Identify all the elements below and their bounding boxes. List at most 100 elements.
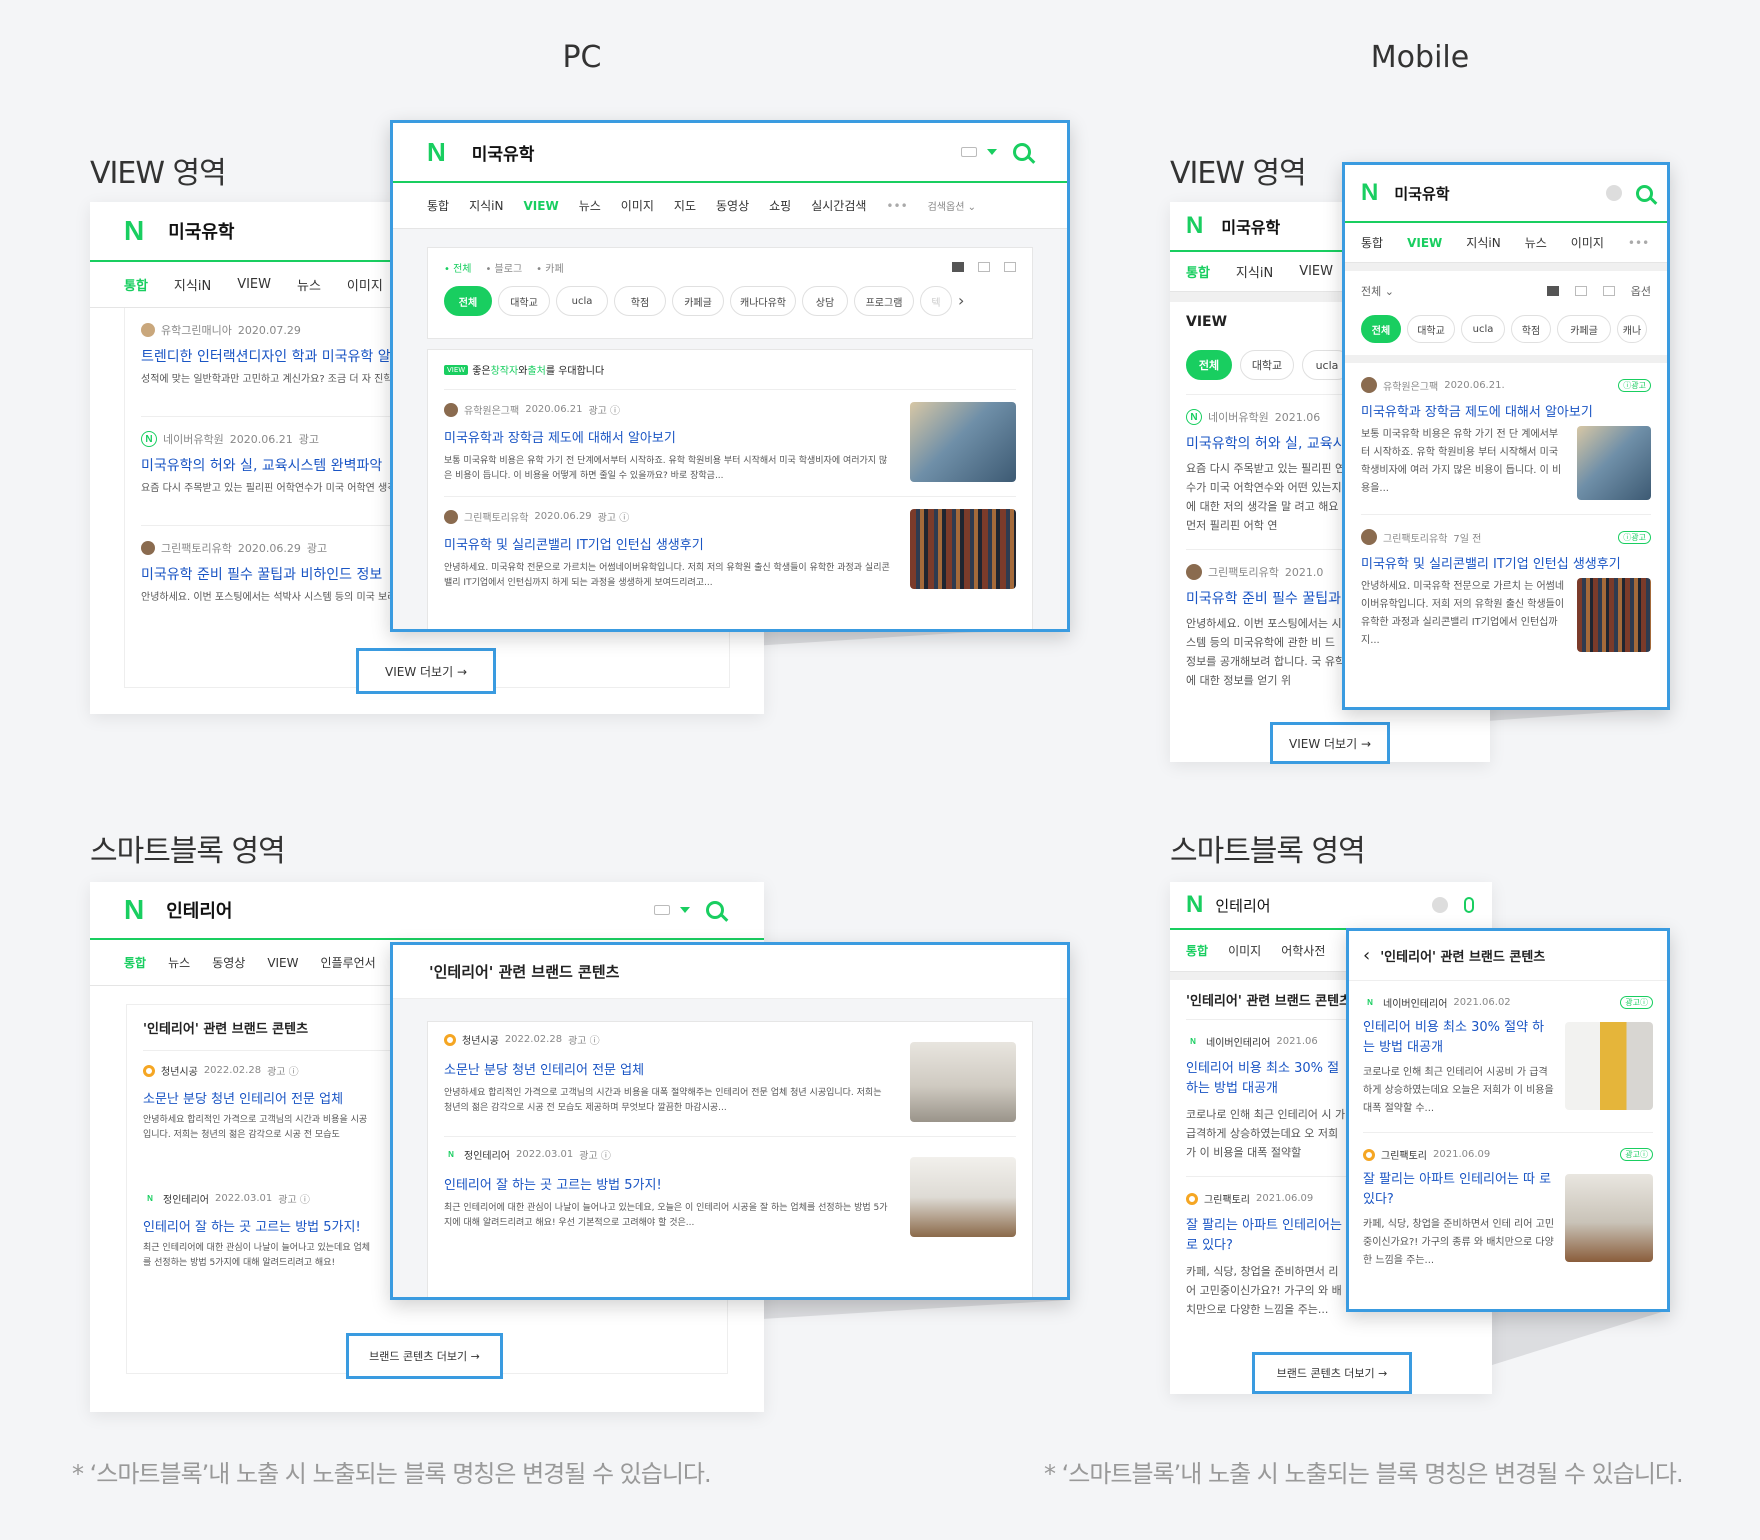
tab-all[interactable]: 통합: [1186, 262, 1210, 281]
author[interactable]: 네이버유학원: [163, 431, 224, 447]
search-icon[interactable]: [1013, 143, 1031, 161]
tab-view[interactable]: VIEW: [1407, 236, 1442, 250]
thumbnail-image[interactable]: [1565, 1022, 1653, 1110]
tab-image[interactable]: 이미지: [1571, 234, 1604, 251]
author[interactable]: 유학원은그팩: [464, 402, 519, 417]
more-tabs-icon[interactable]: •••: [886, 199, 907, 213]
chip[interactable]: ucla: [1461, 315, 1505, 343]
tab-all[interactable]: 통합: [1186, 942, 1208, 959]
tab-all[interactable]: 통합: [1361, 234, 1383, 251]
tab-kin[interactable]: 지식iN: [1236, 262, 1273, 281]
filter-cafe[interactable]: • 카페: [536, 260, 563, 275]
thumbnail-image[interactable]: [1577, 426, 1651, 500]
list-item[interactable]: 그린팩토리유학 7일 전 ⓘ광고 미국유학 및 실리콘밸리 IT기업 인턴십 생생후…: [1361, 515, 1651, 666]
chip-all[interactable]: 전체: [1361, 315, 1401, 343]
tab-all[interactable]: 통합: [427, 197, 449, 214]
tab-kin[interactable]: 지식iN: [1466, 234, 1500, 251]
video-view-icon[interactable]: [1004, 262, 1016, 272]
tab-kin[interactable]: 지식iN: [174, 275, 211, 294]
tab-kin[interactable]: 지식iN: [469, 197, 503, 214]
thumbnail-image[interactable]: [910, 509, 1016, 589]
author[interactable]: 유학그린매니아: [161, 322, 232, 338]
search-query[interactable]: 미국유학: [1394, 183, 1449, 204]
list-item[interactable]: N 네이버인테리어 2021.06.02 광고ⓘ 인테리어 비용 최소 30% 절약 …: [1363, 981, 1653, 1133]
list-item[interactable]: 그린팩토리 2021.06.09 광고ⓘ 잘 팔리는 아파트 인테리어는 따 로 있…: [1363, 1133, 1653, 1284]
chip[interactable]: 대학교: [1240, 350, 1294, 380]
tab-news[interactable]: 뉴스: [579, 197, 601, 214]
tab-realtime[interactable]: 실시간검색: [811, 197, 866, 214]
list-item[interactable]: 청년시공 2022.02.28 광고 ⓘ 소문난 분당 청년 인테리어 전문 업체 …: [444, 1022, 1016, 1137]
clear-icon[interactable]: [1606, 185, 1622, 201]
more-tabs-icon[interactable]: •••: [1628, 236, 1649, 250]
chip[interactable]: 대학교: [1407, 315, 1455, 343]
tab-view[interactable]: VIEW: [237, 277, 271, 292]
chip[interactable]: 텍: [920, 286, 952, 316]
tab-view[interactable]: VIEW: [267, 956, 298, 970]
filter-blog[interactable]: • 블로그: [485, 260, 522, 275]
item-title[interactable]: 미국유학과 장학금 제도에 대해서 알아보기: [444, 427, 892, 446]
chip[interactable]: 학점: [1511, 315, 1551, 343]
item-title[interactable]: 인테리어 잘 하는 곳 고르는 방법 5가지!: [444, 1174, 892, 1193]
author[interactable]: 그린팩토리유학: [464, 509, 528, 524]
tab-news[interactable]: 뉴스: [168, 954, 190, 971]
options-button[interactable]: 옵션: [1631, 283, 1651, 299]
chip[interactable]: 캐나다유학: [730, 286, 796, 316]
list-item[interactable]: 그린팩토리유학 2020.06.29 광고 ⓘ 미국유학 및 실리콘밸리 IT기업 …: [444, 497, 1016, 603]
author[interactable]: 네이버인테리어: [1383, 995, 1447, 1010]
item-title[interactable]: 인테리어 비용 최소 30% 절 하는 방법 대공개: [1186, 1059, 1346, 1099]
item-title[interactable]: 잘 팔리는 아파트 인테리어는 따 로 있다?: [1363, 1170, 1555, 1210]
chip[interactable]: 캐나: [1617, 315, 1647, 343]
naver-logo[interactable]: N: [124, 894, 144, 926]
chip[interactable]: 상담: [802, 286, 848, 316]
author[interactable]: 네이버유학원: [1208, 409, 1269, 425]
tab-image[interactable]: 이미지: [347, 275, 383, 294]
author[interactable]: 그린팩토리유학: [1383, 530, 1447, 545]
chip[interactable]: 카페글: [1557, 315, 1611, 343]
tab-view[interactable]: VIEW: [524, 199, 559, 213]
keyboard-icon[interactable]: [654, 905, 670, 915]
tab-dictionary[interactable]: 어학사전: [1281, 942, 1325, 959]
chip[interactable]: 대학교: [498, 286, 550, 316]
thumbnail-image[interactable]: [1577, 578, 1651, 652]
clear-icon[interactable]: [1432, 897, 1448, 913]
chip[interactable]: 학점: [614, 286, 666, 316]
item-title[interactable]: 미국유학과 장학금 제도에 대해서 알아보기: [1361, 401, 1651, 420]
filter-all[interactable]: • 전체: [444, 260, 471, 275]
back-icon[interactable]: ‹: [1363, 945, 1370, 966]
list-view-icon[interactable]: [1546, 286, 1559, 296]
tab-view[interactable]: VIEW: [1299, 264, 1333, 279]
brand-more-button[interactable]: 브랜드 콘텐츠 더보기 →: [1252, 1352, 1412, 1394]
item-title[interactable]: 미국유학 및 실리콘밸리 IT기업 인턴십 생생후기: [444, 534, 892, 553]
chip[interactable]: 프로그램: [854, 286, 914, 316]
author[interactable]: 그린팩토리유학: [1208, 564, 1279, 580]
keyboard-icon[interactable]: [961, 147, 977, 157]
chip-next-icon[interactable]: ›: [958, 286, 964, 316]
item-title[interactable]: 잘 팔리는 아파트 인테리어는 로 있다?: [1186, 1216, 1346, 1256]
author[interactable]: 그린팩토리: [1381, 1147, 1427, 1162]
item-title[interactable]: 인테리어 비용 최소 30% 절약 하는 방법 대공개: [1363, 1018, 1555, 1058]
detail-view-icon[interactable]: [1574, 286, 1587, 296]
author[interactable]: 정인테리어: [163, 1191, 209, 1206]
list-item[interactable]: 유학원은그팩 2020.06.21. ⓘ광고 미국유학과 장학금 제도에 대해서 알…: [1361, 363, 1651, 515]
tab-influencer[interactable]: 인플루언서: [321, 954, 376, 971]
tab-image[interactable]: 이미지: [1228, 942, 1261, 959]
tab-news[interactable]: 뉴스: [297, 275, 321, 294]
search-options-button[interactable]: 검색옵션 ⌄: [928, 198, 976, 213]
tab-video[interactable]: 동영상: [212, 954, 245, 971]
naver-logo[interactable]: N: [1186, 212, 1203, 240]
author[interactable]: 유학원은그팩: [1383, 378, 1438, 393]
list-item[interactable]: 유학원은그팩 2020.06.21 광고 ⓘ 미국유학과 장학금 제도에 대해서 알…: [444, 390, 1016, 497]
author[interactable]: 그린팩토리: [1204, 1191, 1250, 1206]
thumbnail-image[interactable]: [910, 402, 1016, 482]
chip-all[interactable]: 전체: [1186, 350, 1232, 380]
author[interactable]: 청년시공: [462, 1032, 499, 1047]
search-icon[interactable]: [1636, 184, 1653, 202]
naver-logo[interactable]: N: [427, 137, 446, 168]
search-query[interactable]: 미국유학: [472, 140, 535, 165]
item-title[interactable]: 미국유학 및 실리콘밸리 IT기업 인턴십 생생후기: [1361, 553, 1651, 572]
author[interactable]: 청년시공: [161, 1063, 198, 1078]
chip-all[interactable]: 전체: [444, 286, 492, 316]
tab-video[interactable]: 동영상: [716, 197, 749, 214]
microphone-icon[interactable]: [1464, 897, 1474, 913]
thumbnail-image[interactable]: [1565, 1174, 1653, 1262]
